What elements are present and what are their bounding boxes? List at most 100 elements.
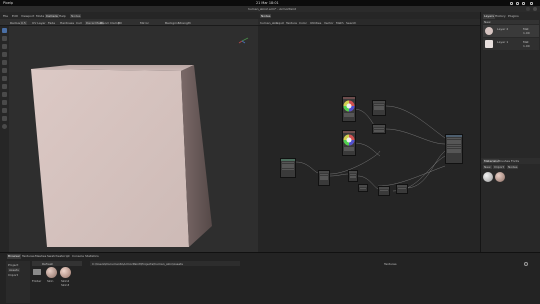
particle-icon[interactable]: [2, 92, 7, 97]
node-canvas[interactable]: [258, 26, 480, 252]
material-thumbnail-skin[interactable]: [495, 172, 505, 182]
browser-panel: Browser Textures Meshes Swatches Script …: [0, 252, 540, 304]
opt-fill[interactable]: Fill: [118, 21, 122, 25]
layer-opacity[interactable]: 1.00: [523, 44, 530, 48]
opt-fade[interactable]: Fade: [48, 21, 55, 25]
color-wheel-icon[interactable]: [343, 100, 355, 112]
browser-refresh-button[interactable]: Refresh: [42, 262, 53, 266]
volume-icon[interactable]: [516, 1, 519, 5]
node-image-texture-1[interactable]: [318, 170, 330, 186]
blur-icon[interactable]: [2, 76, 7, 81]
layer-opacity[interactable]: 1.00: [523, 31, 530, 35]
eraser-icon[interactable]: [2, 36, 7, 41]
minimize-button[interactable]: [526, 7, 530, 11]
node-menu-search[interactable]: Search: [346, 21, 356, 25]
node-menu-utilities[interactable]: Utilities: [310, 21, 321, 25]
folder-icon[interactable]: [33, 269, 41, 275]
opt-uv-layer[interactable]: UV Layer: [32, 21, 46, 25]
file-thumbnail-skin2[interactable]: [60, 267, 71, 278]
brush-icon[interactable]: [2, 28, 7, 33]
colorid-icon[interactable]: [2, 100, 7, 105]
right-panel: Layers History Plugins New Layer 2 Mat 1…: [480, 12, 540, 252]
browser-path[interactable]: C:\Users\Documents\ArmorPaint\Projects\h…: [92, 262, 183, 266]
layer-name[interactable]: Layer 1: [497, 40, 508, 44]
clone-icon[interactable]: [2, 68, 7, 73]
system-app-menu[interactable]: Pixelp: [3, 1, 13, 5]
material-nodes-button[interactable]: Nodes: [507, 165, 519, 169]
close-button[interactable]: [533, 7, 537, 11]
decal-icon[interactable]: [2, 52, 7, 57]
3d-viewport[interactable]: [9, 26, 258, 252]
menu-camera[interactable]: Camera: [45, 13, 59, 18]
node-math-2[interactable]: [378, 186, 390, 196]
opt-mirror[interactable]: Mirror: [140, 21, 149, 25]
power-icon[interactable]: [530, 1, 533, 5]
node-mix-1[interactable]: [372, 100, 386, 116]
layer-thumbnail: [485, 40, 493, 48]
system-clock[interactable]: 21 Mar 18:01: [256, 1, 279, 5]
color-wheel-icon[interactable]: [343, 134, 355, 146]
smudge-icon[interactable]: [2, 84, 7, 89]
material-thumbnail-default[interactable]: [483, 172, 493, 182]
node-menu-input[interactable]: Input: [276, 21, 284, 25]
node-mix-2[interactable]: [372, 124, 386, 134]
layer-row[interactable]: Layer 2 Mat 1.00: [483, 25, 539, 37]
tab-plugins[interactable]: Plugins: [507, 14, 520, 19]
node-color-picker-1[interactable]: [342, 96, 356, 122]
browser-sidebar: Project Assets Import: [6, 261, 30, 303]
menu-help[interactable]: Help: [58, 14, 67, 18]
node-color-picker-2[interactable]: [342, 130, 356, 156]
gizmo-icon[interactable]: [2, 124, 7, 129]
picker-icon[interactable]: [2, 108, 7, 113]
material-new-button[interactable]: New: [483, 165, 492, 169]
layer-row[interactable]: Layer 1 Mat 1.00: [483, 38, 539, 50]
node-menu-color[interactable]: Color: [299, 21, 307, 25]
tab-browser[interactable]: Browser: [7, 254, 22, 259]
bake-icon[interactable]: [2, 116, 7, 121]
menu-nodes[interactable]: Nodes: [70, 13, 82, 18]
cube-mesh[interactable]: [31, 65, 212, 247]
viewport-canvas[interactable]: [9, 26, 258, 252]
node-material-output[interactable]: [445, 134, 463, 164]
tab-brushes[interactable]: Brushes: [498, 159, 510, 163]
node-math-1[interactable]: [348, 170, 358, 182]
file-thumbnail-skin[interactable]: [46, 267, 57, 278]
menu-file[interactable]: File: [2, 14, 9, 18]
node-texture-coord[interactable]: [280, 158, 296, 178]
axis-gizmo[interactable]: [238, 37, 249, 44]
tab-statistics[interactable]: Statistics: [84, 254, 100, 259]
opt-radius[interactable]: Radius: [10, 21, 20, 25]
node-menu-texture[interactable]: Texture: [286, 21, 297, 25]
browser-assets-link[interactable]: Assets: [8, 268, 20, 272]
menu-mode[interactable]: Mode: [35, 14, 45, 18]
opt-strength[interactable]: Strength: [178, 21, 191, 25]
layer-name[interactable]: Layer 2: [497, 27, 508, 31]
menu-edit[interactable]: Edit: [11, 14, 19, 18]
tab-script[interactable]: Script: [60, 254, 71, 259]
node-menu-math[interactable]: Math: [336, 21, 344, 25]
network-icon[interactable]: [510, 1, 513, 5]
browser-project-link[interactable]: Project: [8, 263, 18, 267]
menu-viewport[interactable]: Viewport: [20, 14, 35, 18]
opt-blend[interactable]: Blend: [100, 21, 109, 25]
layer-new-button[interactable]: New: [484, 20, 491, 24]
battery-icon[interactable]: [522, 1, 525, 5]
tab-materials[interactable]: Materials: [483, 159, 499, 163]
node-menu-vector[interactable]: Vector: [324, 21, 334, 25]
node-color-ramp[interactable]: [358, 184, 368, 192]
tab-console[interactable]: Console: [71, 254, 85, 259]
opt-cull[interactable]: Cull: [76, 21, 82, 25]
tab-fonts[interactable]: Fonts: [511, 159, 519, 163]
file-label[interactable]: Skin3: [61, 283, 69, 287]
file-label[interactable]: Skin: [47, 279, 53, 283]
tab-nodes[interactable]: Nodes: [260, 13, 272, 18]
node-math-3[interactable]: [396, 184, 408, 194]
opt-hardness[interactable]: Hardness: [60, 21, 74, 25]
fill-icon[interactable]: [2, 44, 7, 49]
opt-radius-value[interactable]: 0.5: [20, 20, 27, 25]
browser-menu-icon[interactable]: [524, 262, 528, 266]
material-import-button[interactable]: Import: [493, 165, 505, 169]
text-icon[interactable]: [2, 60, 7, 65]
tab-history[interactable]: History: [494, 14, 507, 19]
browser-import-link[interactable]: Import: [8, 273, 18, 277]
